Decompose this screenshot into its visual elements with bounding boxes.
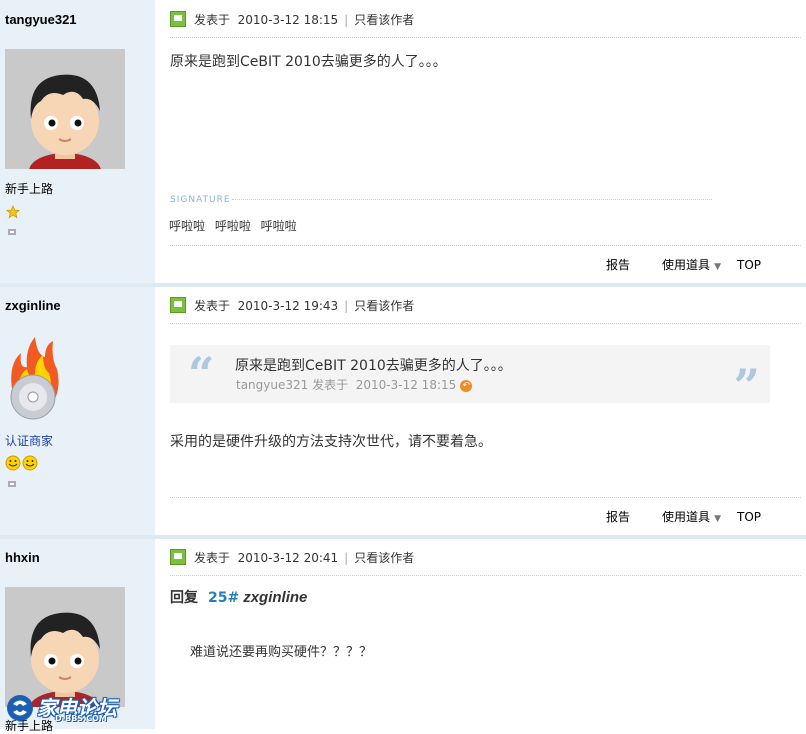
only-author-link[interactable]: 只看该作者	[354, 299, 414, 313]
site-logo-icon	[7, 695, 33, 721]
author-name[interactable]: hhxin	[5, 550, 40, 565]
star-icon	[6, 205, 20, 219]
document-icon	[170, 297, 186, 313]
posted-label: 发表于	[194, 551, 231, 565]
post-main: 发表于 2010-3-12 18:15 | 只看该作者 原来是跑到CeBIT 201…	[155, 0, 806, 283]
reply-label: 回复	[170, 590, 198, 606]
divider	[170, 575, 801, 576]
quote-block: “ 原来是跑到CeBIT 2010去骗更多的人了。。。 tangyue321 发…	[170, 345, 770, 413]
divider	[170, 497, 801, 498]
post-time: 2010-3-12 20:41	[237, 551, 339, 565]
avatar[interactable]	[5, 335, 61, 421]
post-2: zxginline 认证商家 发表于 2010-3-12 19:43 | 只看该作者…	[0, 287, 806, 535]
author-name[interactable]: zxginline	[5, 298, 61, 313]
post-1: tangyue321 新手上路 发表于 2010-3-12 18:15 | 只看该作…	[0, 0, 806, 283]
chevron-down-icon: ▼	[714, 262, 721, 272]
author-sidebar: zxginline 认证商家	[0, 287, 155, 535]
posted-label: 发表于	[194, 299, 231, 313]
post-time: 2010-3-12 18:15	[237, 13, 339, 27]
post-time: 2010-3-12 19:43	[237, 299, 339, 313]
tools-label: 使用道具	[662, 258, 711, 272]
avatar[interactable]	[5, 49, 125, 169]
divider	[170, 323, 801, 324]
reply-header: 回复 25# zxginline	[170, 587, 307, 607]
tools-menu[interactable]: 使用道具 ▼	[646, 258, 721, 272]
quote-posted-label: 发表于	[312, 378, 349, 392]
author-name[interactable]: tangyue321	[5, 12, 77, 27]
quote-close-icon: ”	[733, 359, 760, 413]
post-content: 采用的是硬件升级的方法支持次世代，请不要着急。	[170, 434, 492, 450]
post-main: 发表于 2010-3-12 20:41 | 只看该作者 回复 25# zxginline…	[155, 539, 806, 729]
avatar[interactable]	[5, 587, 125, 707]
quote-time: 2010-3-12 18:15	[355, 378, 457, 392]
post-actions: 报告 使用道具 ▼ TOP	[590, 256, 761, 273]
quote-open-icon: “	[188, 347, 215, 401]
post-content: 难道说还要再购买硬件？？？？	[190, 645, 373, 660]
document-icon	[170, 549, 186, 565]
post-meta: 发表于 2010-3-12 19:43 | 只看该作者	[170, 297, 414, 313]
post-meta: 发表于 2010-3-12 18:15 | 只看该作者	[170, 11, 414, 27]
posted-label: 发表于	[194, 13, 231, 27]
quote-meta: tangyue321 发表于 2010-3-12 18:15 ↶	[236, 376, 473, 393]
online-status-icon	[8, 481, 16, 487]
divider	[170, 37, 801, 38]
only-author-link[interactable]: 只看该作者	[354, 13, 414, 27]
user-rank[interactable]: 认证商家	[5, 432, 53, 449]
post-main: 发表于 2010-3-12 19:43 | 只看该作者 “ 原来是跑到CeBIT 2…	[155, 287, 806, 535]
tools-menu[interactable]: 使用道具 ▼	[646, 510, 721, 524]
user-rank: 新手上路	[5, 182, 54, 196]
site-watermark-logo: 家电论坛 D-BBS.COM	[5, 692, 135, 726]
online-status-icon	[8, 229, 16, 235]
post-meta: 发表于 2010-3-12 20:41 | 只看该作者	[170, 549, 414, 565]
report-link[interactable]: 报告	[606, 510, 630, 524]
document-icon	[170, 11, 186, 27]
reply-to-user: zxginline	[243, 589, 308, 606]
quote-text: 原来是跑到CeBIT 2010去骗更多的人了。。。	[235, 358, 512, 374]
signature-label: SIGNATURE	[170, 195, 231, 205]
quote-author: tangyue321	[236, 378, 309, 392]
tools-label: 使用道具	[662, 510, 711, 524]
post-actions: 报告 使用道具 ▼ TOP	[590, 508, 761, 525]
chevron-down-icon: ▼	[714, 514, 721, 524]
top-link[interactable]: TOP	[737, 510, 761, 524]
top-link[interactable]: TOP	[737, 258, 761, 272]
smiley-icon	[5, 455, 38, 471]
divider	[170, 245, 801, 246]
divider	[232, 199, 712, 200]
signature-text: 呼啦啦 呼啦啦 呼啦啦	[169, 219, 297, 233]
goto-post-icon[interactable]: ↶	[460, 380, 473, 392]
author-sidebar: tangyue321 新手上路	[0, 0, 155, 283]
watermark-sub: D-BBS.COM	[55, 714, 107, 723]
post-content: 原来是跑到CeBIT 2010去骗更多的人了。。。	[170, 54, 447, 70]
report-link[interactable]: 报告	[606, 258, 630, 272]
floor-link[interactable]: 25#	[208, 590, 239, 606]
only-author-link[interactable]: 只看该作者	[354, 551, 414, 565]
